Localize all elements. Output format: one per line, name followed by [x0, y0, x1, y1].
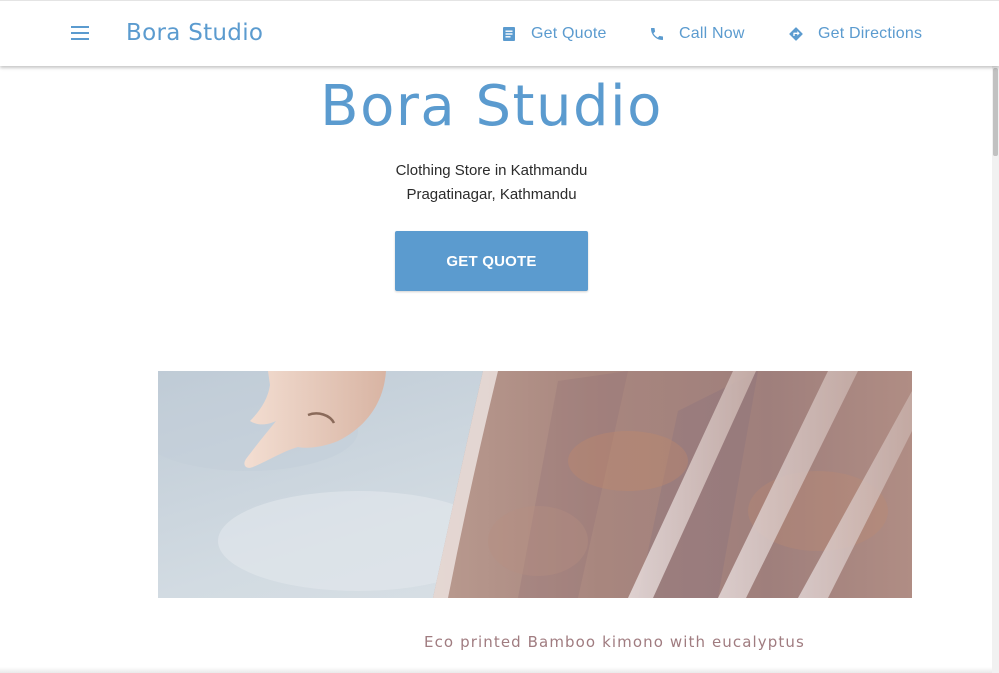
scrollbar-thumb[interactable] — [993, 68, 998, 156]
phone-icon — [649, 26, 665, 42]
hero-title: Bora Studio — [320, 74, 663, 139]
nav-get-quote[interactable]: Get Quote — [501, 21, 607, 47]
quote-icon — [501, 26, 517, 42]
bottom-edge — [0, 667, 992, 673]
nav-get-quote-label: Get Quote — [531, 25, 607, 42]
get-quote-button[interactable]: GET QUOTE — [395, 231, 588, 291]
directions-icon — [788, 26, 804, 42]
nav-get-directions-label: Get Directions — [818, 25, 923, 42]
page: Bora Studio Get Quote Call Now Get Direc… — [0, 0, 999, 673]
gallery-caption: Eco printed Bamboo kimono with eucalyptu… — [424, 633, 805, 651]
nav-call-now[interactable]: Call Now — [649, 21, 745, 47]
gallery-photo — [158, 371, 912, 598]
nav-call-now-label: Call Now — [679, 25, 745, 42]
hero-location: Pragatinagar, Kathmandu — [406, 186, 577, 203]
scrollbar-track[interactable] — [992, 65, 999, 673]
top-navigation-bar: Bora Studio Get Quote Call Now Get Direc… — [0, 0, 999, 66]
menu-icon[interactable] — [70, 25, 90, 41]
brand-link[interactable]: Bora Studio — [126, 17, 263, 49]
kimono-photo-image — [158, 371, 912, 598]
nav-get-directions[interactable]: Get Directions — [788, 21, 922, 47]
hero-subtitle: Clothing Store in Kathmandu — [395, 162, 588, 179]
